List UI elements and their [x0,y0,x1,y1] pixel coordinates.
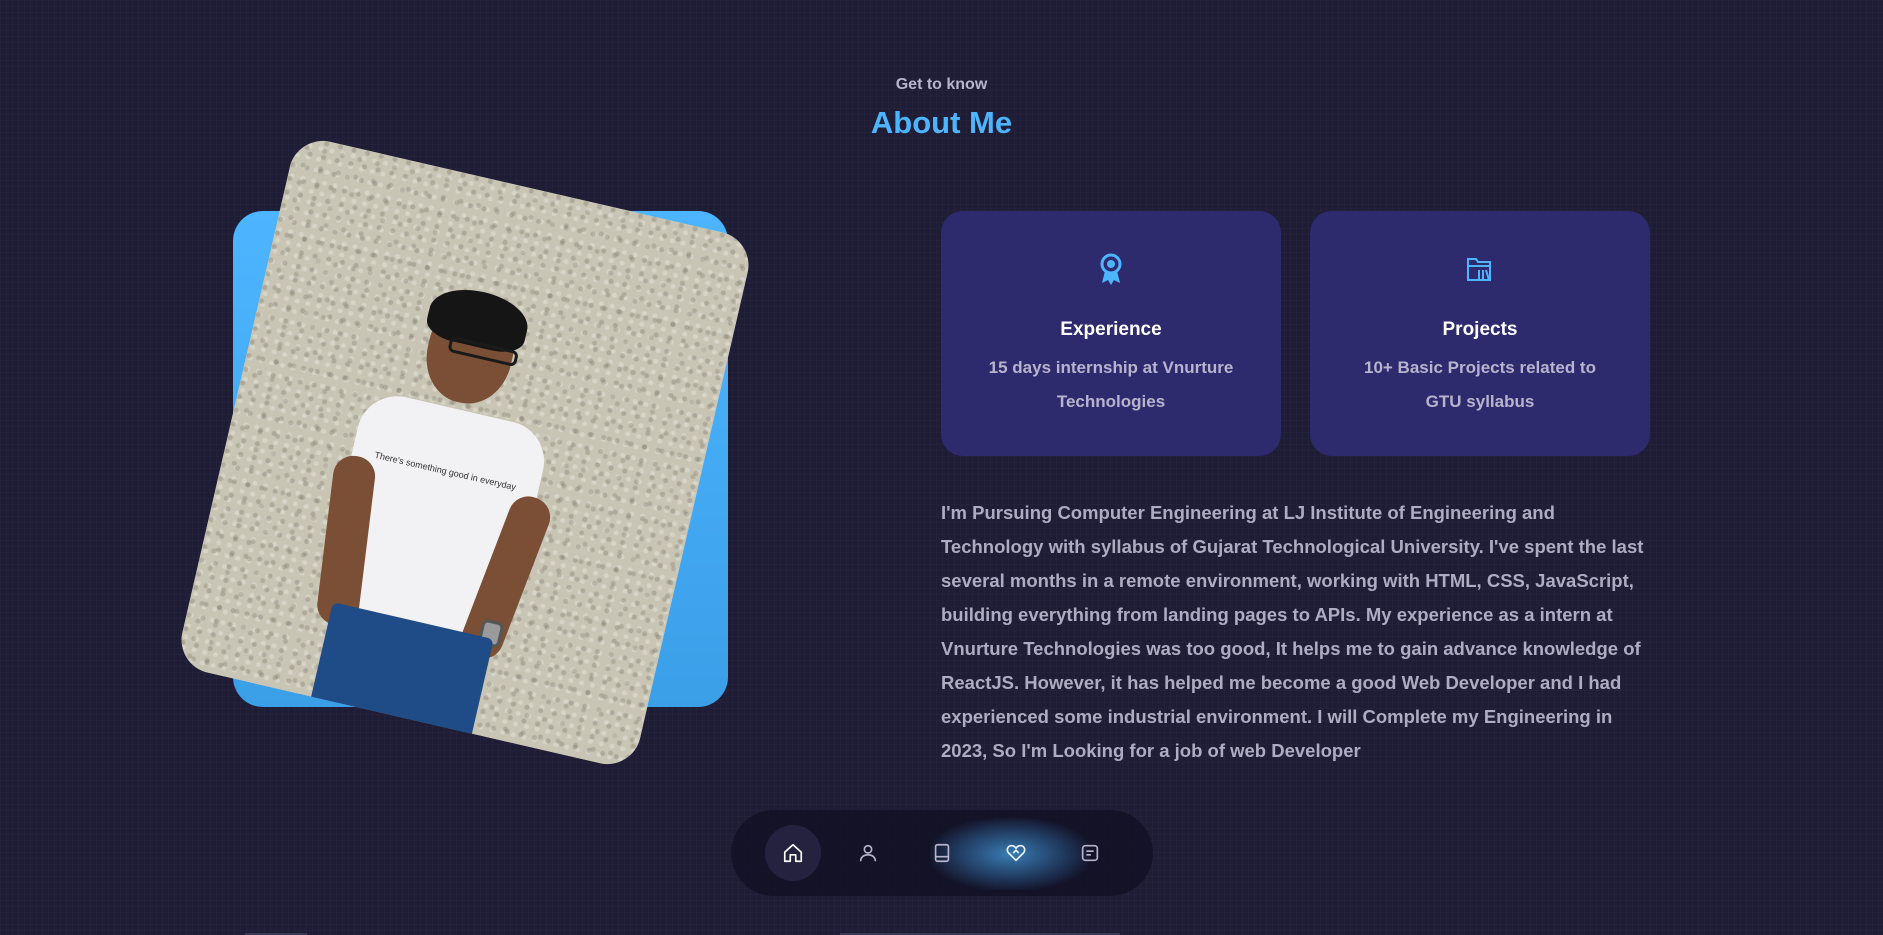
experience-description: 15 days internship at Vnurture Technolog… [988,358,1234,411]
experience-title: Experience [1060,319,1162,340]
nav-experience[interactable] [914,825,970,881]
nav-services[interactable] [988,825,1044,881]
user-icon [859,844,877,862]
message-icon [1081,844,1099,862]
shirt-text: There's something good in everyday [373,449,517,493]
about-paragraph: I'm Pursuing Computer Engineering at LJ … [941,502,1644,761]
about-section: Get to know About Me There's something g… [0,0,1883,935]
nav-about[interactable] [840,825,896,881]
nav-home[interactable] [765,825,821,881]
projects-card: Projects 10+ Basic Projects related to G… [1310,211,1650,456]
section-subtitle: Get to know [895,76,988,93]
book-icon [934,843,950,863]
nav-contact[interactable] [1062,825,1118,881]
projects-description: 10+ Basic Projects related to GTU syllab… [1364,358,1596,411]
experience-card: Experience 15 days internship at Vnurtur… [941,211,1281,456]
award-icon [1100,253,1122,285]
home-icon [783,843,803,863]
folder-library-icon [1467,258,1491,281]
heart-handshake-icon [1006,844,1026,862]
projects-title: Projects [1442,319,1518,340]
section-title: About Me [870,105,1013,140]
